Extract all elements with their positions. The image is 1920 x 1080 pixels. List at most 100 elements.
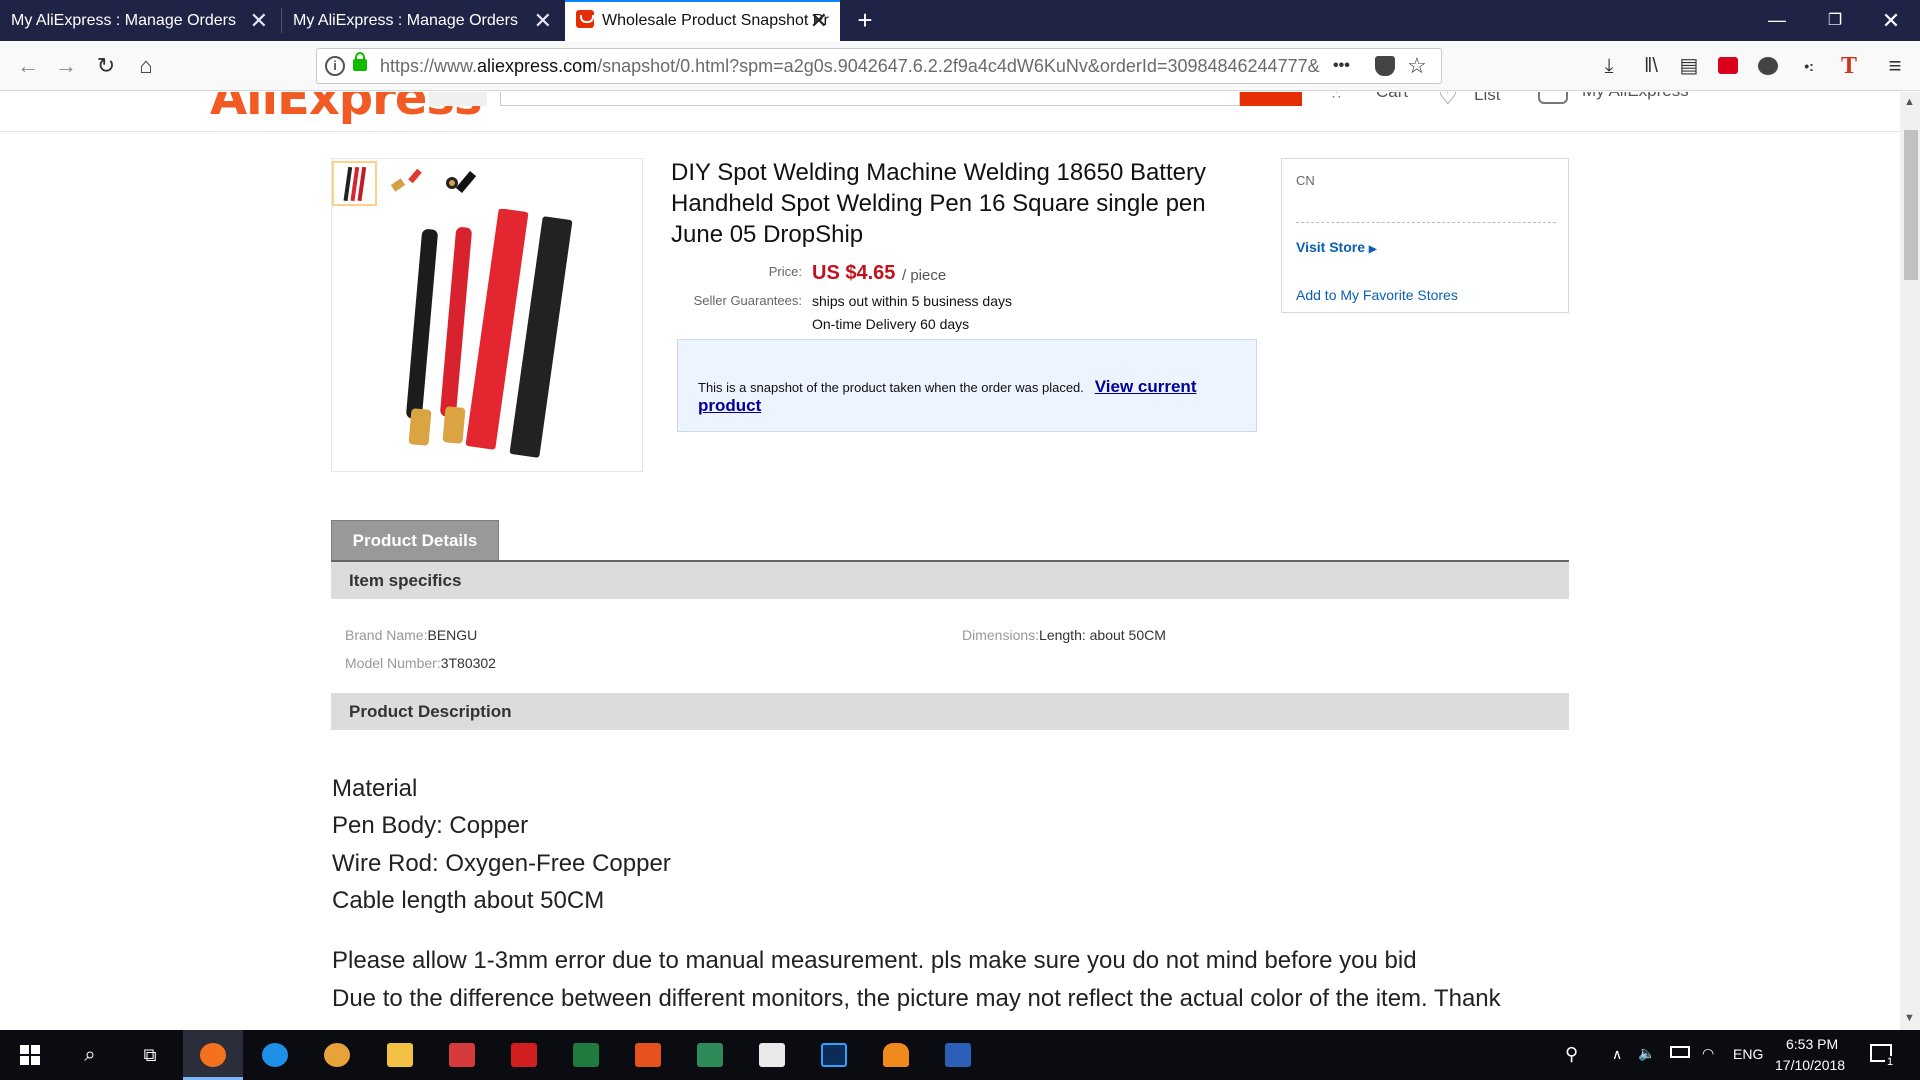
product-thumbnail-image [446, 171, 477, 193]
store-country: CN [1296, 173, 1315, 188]
word-taskbar-icon[interactable] [928, 1030, 988, 1080]
close-icon[interactable]: ✕ [250, 0, 268, 41]
search-input[interactable] [500, 92, 1240, 106]
lock-icon [353, 52, 367, 71]
scrollbar-thumb[interactable] [1904, 130, 1918, 280]
thumbnail-3[interactable] [438, 161, 483, 206]
search-button[interactable] [1240, 92, 1302, 106]
wishlist-link[interactable]: List [1474, 92, 1500, 105]
battery-icon[interactable] [1670, 1046, 1690, 1058]
url-path: /snapshot/0.html?spm=a2g0s.9042647.6.2.2… [597, 56, 1320, 76]
new-tab-button[interactable]: + [840, 0, 890, 41]
page-scrollbar[interactable]: ▲ ▼ [1900, 92, 1920, 1030]
browser-tab-bar: My AliExpress : Manage Orders ✕ My AliEx… [0, 0, 1920, 41]
back-arrow-icon[interactable]: ← [8, 41, 48, 91]
windows-taskbar: ⌕ ⧉ ⚲ ∧ 🔈 ◠ ENG 6:53 PM 17/10/2018 1 [0, 1030, 1920, 1080]
scroll-down-icon[interactable]: ▼ [1904, 1012, 1915, 1024]
caret-right-icon: ▶ [1368, 244, 1377, 255]
category-dropdown[interactable] [429, 92, 487, 106]
tab-manage-orders-1[interactable]: My AliExpress : Manage Orders ✕ [0, 0, 280, 41]
tab-label: Wholesale Product Snapshot Pr [602, 12, 829, 29]
language-indicator[interactable]: ENG [1733, 1046, 1763, 1062]
description-line: Cable length about 50CM [332, 887, 605, 914]
tab-product-details[interactable]: Product Details [331, 520, 499, 560]
cart-link[interactable]: Cart [1376, 92, 1408, 102]
bookmark-star-icon[interactable]: ☆ [1407, 49, 1427, 83]
volume-icon[interactable]: 🔈 [1638, 1045, 1655, 1062]
item-specifics-header: Item specifics [331, 562, 1569, 599]
wifi-icon[interactable]: ◠ [1702, 1045, 1714, 1062]
tab-label: My AliExpress : Manage Orders [293, 12, 518, 29]
restore-button[interactable]: ❐ [1810, 0, 1860, 41]
tray-chevron-up-icon[interactable]: ∧ [1612, 1046, 1622, 1063]
tab-manage-orders-2[interactable]: My AliExpress : Manage Orders ✕ [282, 0, 564, 41]
cart-icon[interactable]: ∴ [1332, 92, 1341, 103]
spec-value: Length: about 50CM [1039, 627, 1166, 643]
app-orange-taskbar-icon[interactable] [618, 1030, 678, 1080]
visit-store-label: Visit Store [1296, 239, 1365, 255]
description-line: Due to the difference between different … [332, 985, 1501, 1012]
url-text[interactable]: https://www.aliexpress.com/snapshot/0.ht… [380, 49, 1320, 83]
clock-date[interactable]: 17/10/2018 [1775, 1057, 1845, 1073]
extension-grey-icon[interactable] [1758, 57, 1778, 75]
windows-start-icon[interactable] [0, 1030, 60, 1080]
mail-taskbar-icon[interactable] [742, 1030, 802, 1080]
window-close-button[interactable]: ✕ [1866, 0, 1916, 41]
product-thumbnail-image [343, 166, 367, 202]
site-info-icon[interactable]: i [325, 56, 345, 76]
site-header: AliExpress ∴ Cart ♡ List My AliExpress [0, 92, 1900, 132]
scroll-up-icon[interactable]: ▲ [1904, 96, 1915, 108]
description-line: Material [332, 775, 418, 802]
firefox-taskbar-icon[interactable] [183, 1030, 243, 1080]
spec-brand: Brand Name:BENGU [345, 627, 477, 643]
publisher-taskbar-icon[interactable] [680, 1030, 740, 1080]
menu-icon[interactable]: ≡ [1878, 41, 1912, 91]
pocket-icon[interactable] [1375, 56, 1395, 76]
translate-icon[interactable]: •: [1792, 41, 1826, 91]
clock-time[interactable]: 6:53 PM [1786, 1036, 1838, 1052]
url-domain: aliexpress.com [477, 56, 598, 76]
close-icon[interactable]: ✕ [534, 0, 552, 41]
photoshop-taskbar-icon[interactable] [804, 1030, 864, 1080]
price-label: Price: [768, 264, 802, 279]
close-icon[interactable]: ✕ [810, 2, 828, 39]
forward-arrow-icon[interactable]: → [46, 41, 86, 91]
edge-taskbar-icon[interactable] [245, 1030, 305, 1080]
page-actions-button[interactable]: ••• [1333, 49, 1350, 83]
my-aliexpress-link[interactable]: My AliExpress [1582, 92, 1689, 101]
visit-store-link[interactable]: Visit Store ▶ [1296, 239, 1377, 255]
acrobat-taskbar-icon[interactable] [494, 1030, 554, 1080]
user-icon[interactable] [1538, 92, 1568, 104]
reload-icon[interactable]: ↻ [86, 41, 126, 91]
file-explorer-taskbar-icon[interactable] [370, 1030, 430, 1080]
thumbnail-2[interactable] [384, 161, 429, 206]
spec-label: Model Number: [345, 655, 441, 671]
library-icon[interactable]: ‖\ [1634, 41, 1668, 91]
guarantee-shipping: ships out within 5 business days [812, 293, 1012, 309]
extension-t-icon[interactable]: T [1832, 41, 1866, 91]
add-favorite-store-link[interactable]: Add to My Favorite Stores [1296, 287, 1458, 303]
product-gallery [331, 158, 643, 472]
minimize-button[interactable]: — [1752, 0, 1802, 41]
task-view-icon[interactable]: ⧉ [120, 1030, 180, 1080]
product-price: US $4.65 [812, 262, 896, 284]
heart-icon[interactable]: ♡ [1438, 92, 1458, 110]
home-icon[interactable]: ⌂ [126, 41, 166, 91]
downloads-icon[interactable]: ⤓ [1592, 41, 1626, 91]
app-red-taskbar-icon[interactable] [432, 1030, 492, 1080]
search-icon[interactable]: ⌕ [60, 1030, 120, 1080]
thumbnail-1[interactable] [332, 161, 377, 206]
extension-red-icon[interactable] [1718, 57, 1738, 74]
address-bar[interactable]: i https://www.aliexpress.com/snapshot/0.… [316, 48, 1442, 84]
excel-taskbar-icon[interactable] [556, 1030, 616, 1080]
product-title: DIY Spot Welding Machine Welding 18650 B… [671, 159, 1206, 248]
product-thumbnail-image [390, 168, 422, 192]
description-line: Please allow 1-3mm error due to manual m… [332, 947, 1417, 974]
chrome-taskbar-icon[interactable] [307, 1030, 367, 1080]
tab-product-snapshot[interactable]: Wholesale Product Snapshot Pr ✕ [565, 0, 840, 41]
sidebar-icon[interactable]: ▤ [1672, 41, 1706, 91]
people-icon[interactable]: ⚲ [1565, 1044, 1578, 1065]
spec-dimensions: Dimensions:Length: about 50CM [962, 627, 1166, 643]
vlc-taskbar-icon[interactable] [866, 1030, 926, 1080]
page-content: AliExpress ∴ Cart ♡ List My AliExpress [0, 92, 1900, 1030]
